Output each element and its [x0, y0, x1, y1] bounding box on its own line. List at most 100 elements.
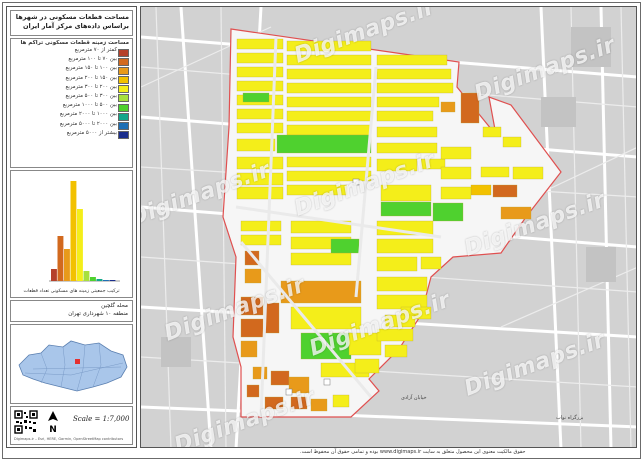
legend-item: بین ۳۰۰ تا ۵۰۰ مترمربع [11, 92, 132, 103]
legend-item: بین ۱۰۰ تا ۱۵۰ مترمربع [11, 65, 132, 75]
parcel[interactable] [502, 136, 522, 148]
parcel[interactable] [286, 68, 372, 80]
parcel[interactable] [240, 296, 264, 316]
parcel[interactable] [286, 82, 372, 94]
parcel[interactable] [264, 302, 280, 334]
parcel[interactable] [376, 68, 452, 80]
locator-map-svg [18, 340, 128, 392]
parcel[interactable] [376, 238, 434, 254]
parcel[interactable] [236, 108, 284, 120]
parcel[interactable] [380, 184, 432, 202]
parcel[interactable] [332, 394, 350, 408]
parcel[interactable] [240, 318, 264, 338]
legend-label: کمتر از ۷۰ مترمربع [74, 47, 117, 53]
parcel[interactable] [246, 384, 260, 398]
parcel[interactable] [376, 256, 418, 272]
parcel[interactable] [440, 166, 472, 180]
parcel[interactable] [330, 238, 360, 254]
parcel[interactable] [240, 220, 282, 232]
parcel[interactable] [286, 96, 372, 108]
parcel[interactable] [500, 206, 532, 220]
parcel[interactable] [310, 398, 328, 412]
parcel[interactable] [376, 142, 438, 154]
parcel[interactable] [376, 328, 414, 342]
parcel[interactable] [286, 184, 348, 196]
parcel[interactable] [240, 234, 282, 246]
parcel[interactable] [286, 156, 372, 168]
map-scale: Scale = 1:7,000 [73, 415, 130, 423]
parcel[interactable] [286, 110, 372, 122]
histogram-bar [90, 277, 96, 281]
parking-icon [352, 178, 360, 186]
parcel[interactable] [512, 166, 544, 180]
locator-map [10, 324, 133, 404]
parcel[interactable] [420, 256, 442, 270]
parcel[interactable] [240, 340, 258, 358]
parcel[interactable] [286, 54, 372, 66]
parcel[interactable] [264, 396, 284, 410]
parcel[interactable] [286, 124, 372, 136]
parcel[interactable] [492, 184, 518, 198]
parcel[interactable] [384, 314, 416, 328]
legend-label: بین ۱۰۰ تا ۱۵۰ مترمربع [65, 65, 117, 72]
main-map[interactable]: خیابان آزادی بزرگراه نواب Digimaps.ir Di… [140, 6, 637, 448]
parcel[interactable] [236, 122, 284, 134]
histogram-bar [77, 209, 83, 281]
parcel[interactable] [470, 184, 492, 196]
parcel[interactable] [290, 396, 308, 410]
parcel[interactable] [432, 202, 464, 222]
legend-label: بین ۲۰۰ تا ۳۰۰ مترمربع [65, 83, 117, 90]
parcel[interactable] [236, 138, 276, 152]
parcel[interactable] [290, 306, 362, 330]
parcel[interactable] [440, 101, 456, 113]
parcel[interactable] [236, 156, 284, 170]
parcel[interactable] [244, 268, 262, 284]
histogram-bar [57, 236, 64, 281]
legend-label: بین ۳۰۰ تا ۵۰۰ مترمربع [65, 92, 117, 99]
legend-label: بین ۱۰۰۰ تا ۲۰۰۰ مترمربع [59, 111, 117, 118]
parking-icon [323, 378, 331, 386]
parcel[interactable] [236, 80, 284, 92]
histogram-caption: ترکیب جمعیتی زمینه های مسکونی تعداد قطعا… [23, 289, 120, 294]
parcel[interactable] [270, 370, 290, 386]
parcel[interactable] [286, 40, 372, 52]
parcel[interactable] [376, 54, 448, 66]
legend-item: بین ۲۰۰ تا ۳۰۰ مترمربع [11, 83, 132, 94]
parcel[interactable] [236, 186, 284, 200]
parcel[interactable] [276, 134, 372, 154]
parking-icon [285, 388, 293, 396]
study-area-marker [75, 359, 80, 364]
footer-rights: حقوق مالکیت معنوی این محصول متعلق به سای… [300, 449, 526, 455]
parcel[interactable] [252, 366, 268, 380]
parcel[interactable] [384, 344, 408, 358]
legend: مساحت زمینه قطعات مسکونی تراکم ها کمتر ا… [10, 38, 133, 168]
histogram-svg [49, 181, 120, 282]
parcel[interactable] [236, 172, 284, 186]
parcel[interactable] [440, 186, 472, 200]
legend-swatch [118, 131, 129, 140]
parcel[interactable] [460, 92, 480, 124]
parcel[interactable] [290, 252, 352, 266]
parcel[interactable] [280, 280, 362, 304]
histogram-bar [109, 280, 116, 281]
parcel[interactable] [480, 166, 510, 178]
parcel[interactable] [354, 358, 380, 374]
parcel[interactable] [376, 126, 438, 138]
qr-code-icon [14, 410, 38, 434]
parcel[interactable] [380, 201, 432, 217]
legend-item: بین ۷۰ تا ۱۰۰ مترمربع [11, 56, 132, 66]
parcel[interactable] [242, 92, 270, 103]
legend-item: بین ۱۰۰۰ تا ۲۰۰۰ مترمربع [11, 111, 132, 121]
parcel[interactable] [440, 146, 472, 160]
parcel[interactable] [376, 110, 434, 122]
histogram-bar [103, 280, 109, 281]
parcel[interactable] [300, 332, 352, 360]
area-district: منطقه ۱۰ شهرداری تهران [68, 311, 128, 317]
parcel[interactable] [376, 276, 428, 292]
parcel[interactable] [376, 96, 440, 108]
parcel[interactable] [376, 158, 418, 172]
street-label-1: خیابان آزادی [401, 394, 427, 401]
parcel[interactable] [482, 126, 502, 138]
parcel[interactable] [376, 82, 454, 94]
parcel[interactable] [348, 332, 382, 356]
